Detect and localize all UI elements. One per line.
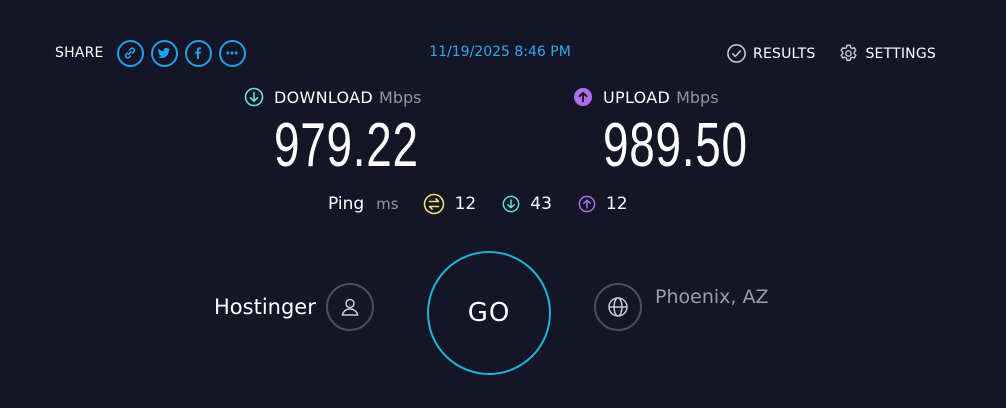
ping-upload[interactable]: 12 <box>578 194 628 214</box>
download-speed-value: 979.22 <box>274 111 419 180</box>
facebook-icon <box>195 47 202 60</box>
ping-label: Ping <box>328 194 365 214</box>
upload-arrow-icon <box>574 88 592 106</box>
ping-unit: ms <box>376 195 399 213</box>
top-nav: RESULTS SETTINGS <box>703 43 936 64</box>
ping-download[interactable]: 43 <box>502 194 552 214</box>
twitter-icon <box>157 47 171 58</box>
share-facebook-button[interactable] <box>184 39 212 67</box>
idle-latency-icon <box>423 193 444 215</box>
more-icon <box>226 51 238 55</box>
upload-header: UPLOAD Mbps <box>573 86 799 108</box>
download-arrow-icon <box>244 87 264 107</box>
share-more-button[interactable] <box>218 39 246 67</box>
results-label: RESULTS <box>753 45 816 62</box>
upload-title: UPLOAD <box>603 87 671 107</box>
ping-idle-value: 12 <box>454 194 477 214</box>
ping-idle[interactable]: 12 <box>423 193 477 215</box>
share-label: SHARE <box>55 45 104 61</box>
speedtest-page: SHARE 11/19/2025 8:46 PM RESULTS SETTING… <box>0 0 1006 408</box>
download-title: DOWNLOAD <box>274 87 374 107</box>
check-circle-icon <box>727 44 746 63</box>
test-timestamp[interactable]: 11/19/2025 8:46 PM <box>360 44 640 60</box>
upload-result: UPLOAD Mbps 989.50 <box>573 86 799 181</box>
ping-download-value: 43 <box>530 194 552 214</box>
isp-info[interactable]: Hostinger <box>214 283 374 331</box>
share-bar: SHARE <box>55 38 246 68</box>
upload-latency-icon <box>578 195 596 213</box>
isp-icon-circle <box>325 283 374 331</box>
results-button[interactable]: RESULTS <box>726 43 815 64</box>
server-location: Phoenix, AZ <box>655 286 769 308</box>
upload-unit: Mbps <box>676 87 719 107</box>
share-link-button[interactable] <box>116 39 144 67</box>
upload-speed-value: 989.50 <box>603 111 748 180</box>
ping-upload-value: 12 <box>605 194 628 214</box>
link-icon <box>124 47 136 59</box>
go-label: GO <box>467 298 511 328</box>
download-header: DOWNLOAD Mbps <box>244 86 470 108</box>
download-result: DOWNLOAD Mbps 979.22 <box>244 86 470 181</box>
user-icon <box>341 298 359 316</box>
isp-name: Hostinger <box>214 295 316 319</box>
share-twitter-button[interactable] <box>150 39 178 67</box>
download-unit: Mbps <box>379 87 422 107</box>
ping-row: Ping ms 12 43 12 <box>328 192 654 216</box>
server-info[interactable]: Phoenix, AZ <box>594 283 768 331</box>
settings-label: SETTINGS <box>865 45 936 62</box>
globe-icon <box>608 297 628 317</box>
download-latency-icon <box>502 195 520 213</box>
gear-icon <box>840 44 858 61</box>
go-button[interactable]: GO <box>427 251 551 375</box>
settings-button[interactable]: SETTINGS <box>838 43 936 64</box>
server-icon-circle <box>594 283 642 331</box>
